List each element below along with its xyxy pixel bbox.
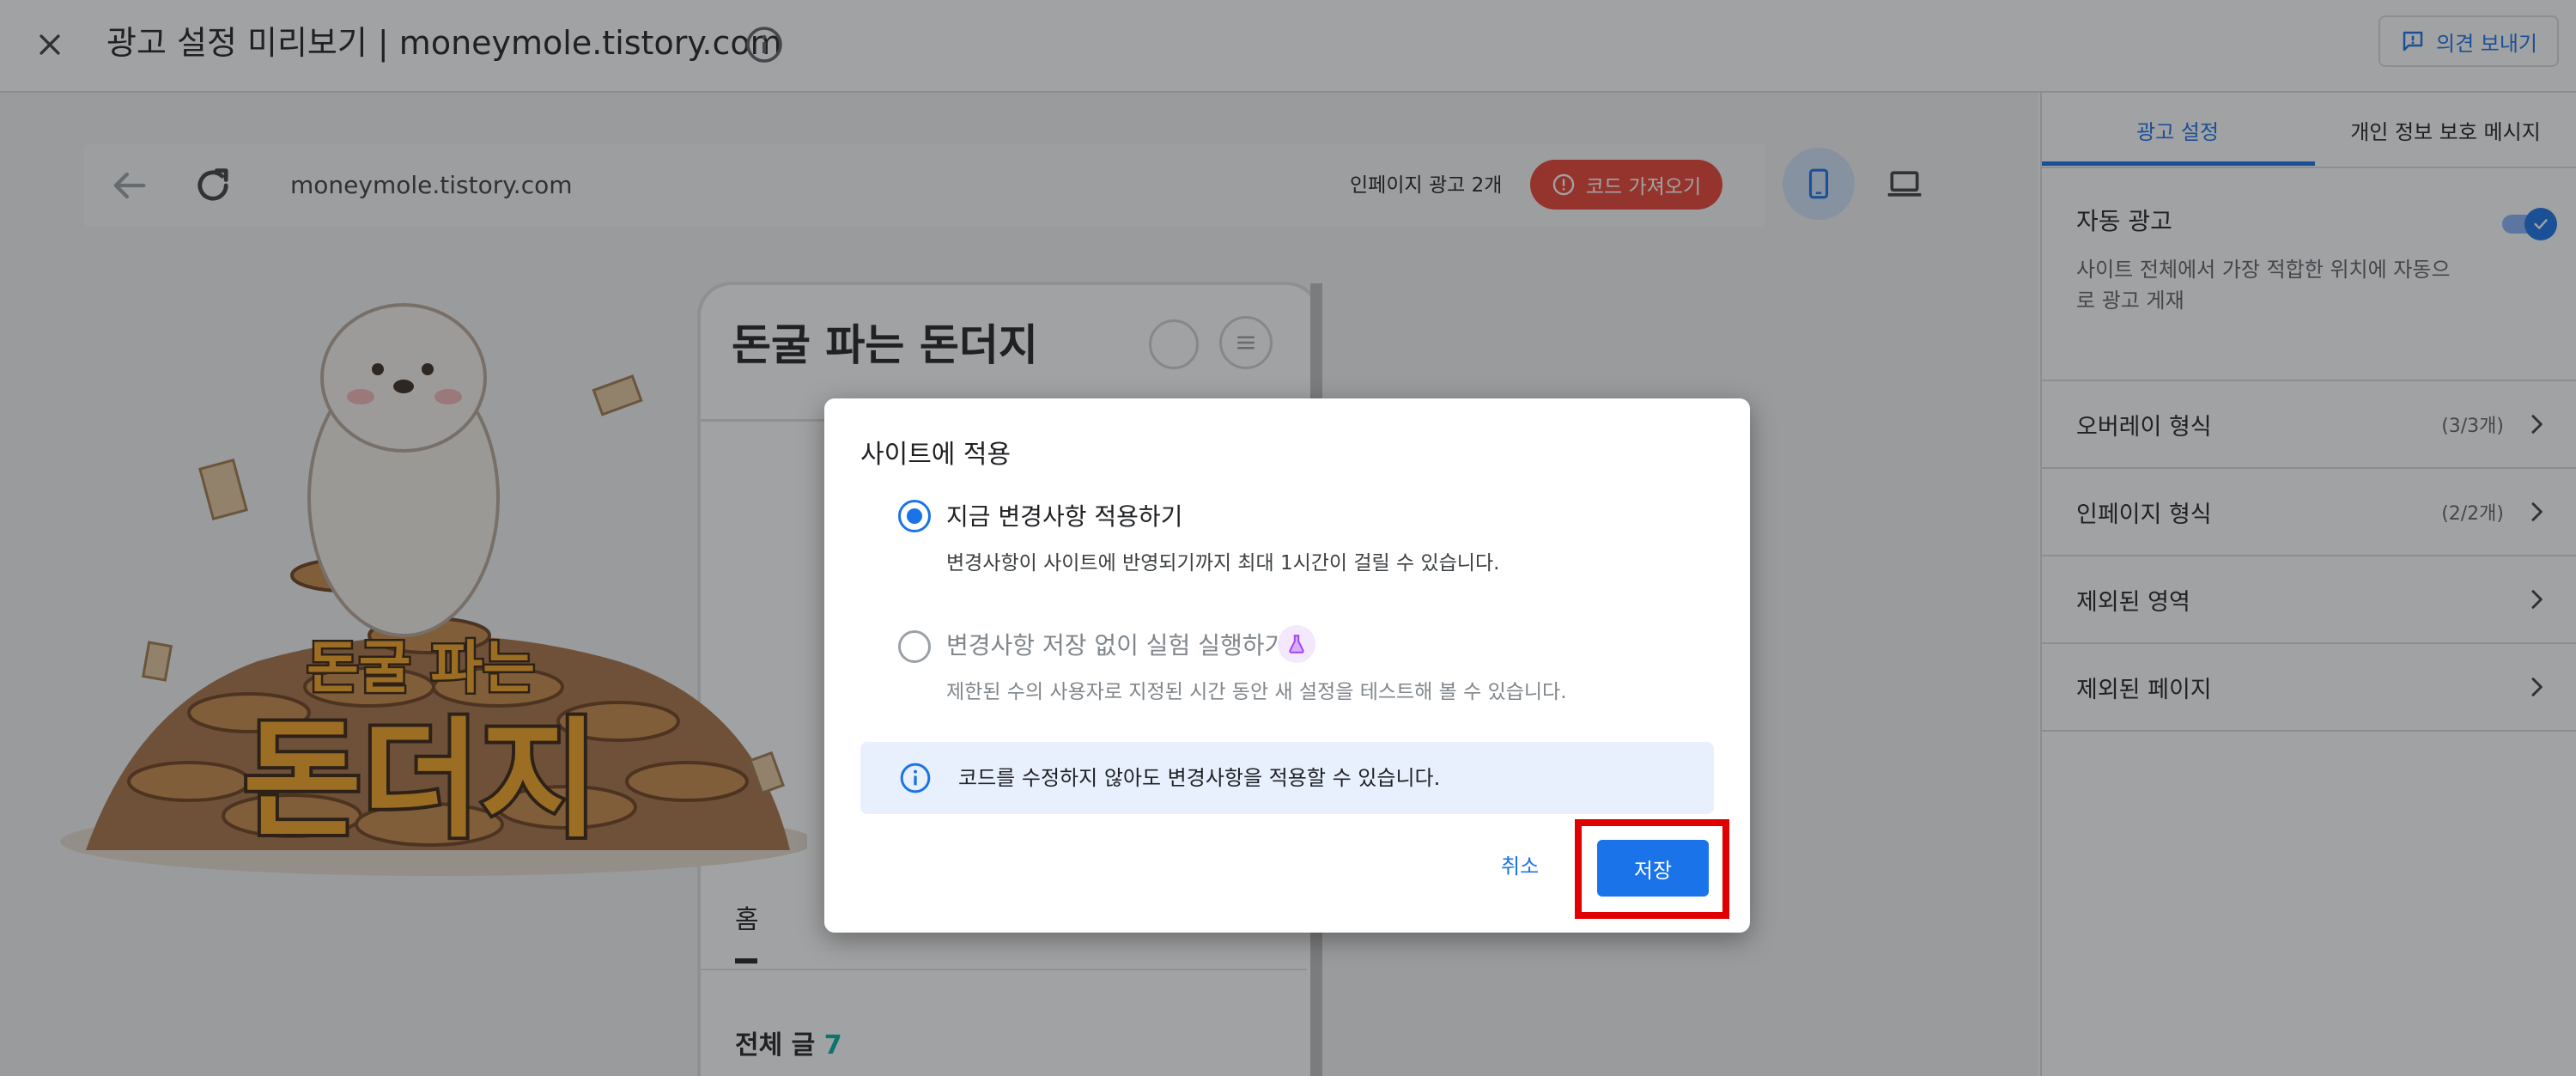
run-experiment-description: 제한된 수의 사용자로 지정된 시간 동안 새 설정을 테스트해 볼 수 있습니… (946, 681, 1567, 703)
radio-selected-dot (907, 508, 922, 524)
apply-now-description: 변경사항이 사이트에 반영되기까지 최대 1시간이 걸릴 수 있습니다. (946, 552, 1500, 574)
flask-glyph (1289, 635, 1304, 654)
apply-now-label[interactable]: 지금 변경사항 적용하기 (946, 498, 1182, 532)
save-highlight-annotation (1575, 819, 1729, 919)
run-experiment-label[interactable]: 변경사항 저장 없이 실험 실행하기 (946, 627, 1286, 661)
info-icon (900, 763, 931, 793)
run-experiment-radio[interactable] (898, 630, 931, 663)
dialog-title: 사이트에 적용 (860, 440, 1012, 470)
apply-now-radio[interactable] (898, 500, 931, 532)
cancel-button[interactable]: 취소 (1501, 845, 1539, 888)
info-banner-text: 코드를 수정하지 않아도 변경사항을 적용할 수 있습니다. (958, 766, 1441, 790)
flask-icon (1278, 625, 1315, 663)
